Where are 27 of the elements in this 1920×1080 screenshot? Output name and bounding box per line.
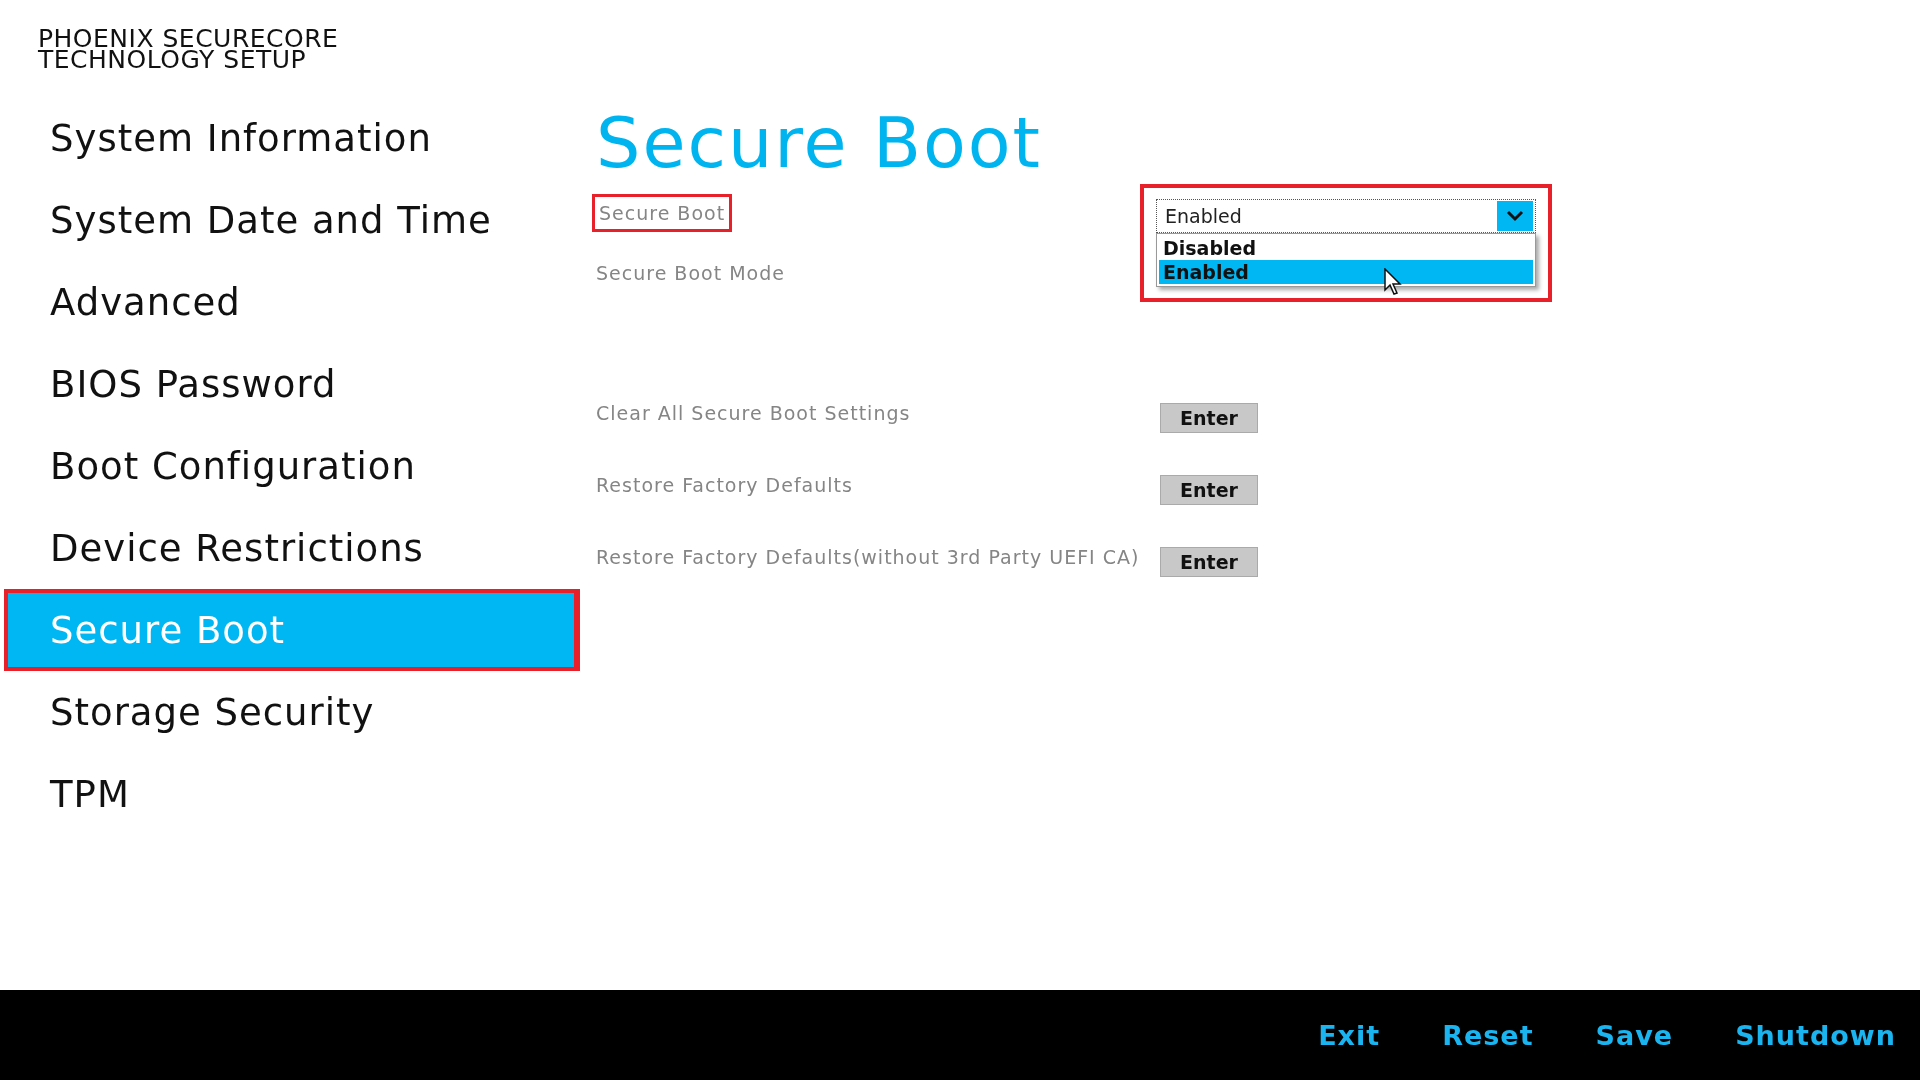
footer-link[interactable]: Reset bbox=[1442, 1019, 1534, 1051]
footer-link[interactable]: Save bbox=[1595, 1019, 1674, 1051]
mouse-pointer-icon bbox=[1384, 268, 1404, 296]
dropdown-field[interactable]: Enabled bbox=[1156, 199, 1536, 233]
setting-label: Restore Factory Defaults(without 3rd Party UEFI CA) bbox=[596, 547, 1140, 567]
setting-label: Secure Boot bbox=[592, 194, 733, 232]
setting-label: Restore Factory Defaults bbox=[596, 475, 853, 495]
dropdown-option[interactable]: Enabled bbox=[1159, 260, 1533, 284]
sidebar-item[interactable]: System Information bbox=[4, 97, 580, 179]
dropdown-option[interactable]: Disabled bbox=[1159, 236, 1533, 260]
enter-button[interactable]: Enter bbox=[1160, 547, 1258, 577]
sidebar-item[interactable]: Boot Configuration bbox=[4, 425, 580, 507]
sidebar-item[interactable]: Advanced bbox=[4, 261, 580, 343]
sidebar-item[interactable]: BIOS Password bbox=[4, 343, 580, 425]
enter-button[interactable]: Enter bbox=[1160, 403, 1258, 433]
sidebar-item[interactable]: Storage Security bbox=[4, 671, 580, 753]
footer-link[interactable]: Exit bbox=[1318, 1019, 1381, 1051]
sidebar-item[interactable]: System Date and Time bbox=[4, 179, 580, 261]
page-title: Secure Boot bbox=[596, 101, 1043, 186]
chevron-down-icon bbox=[1497, 201, 1533, 231]
footer-link[interactable]: Shutdown bbox=[1735, 1019, 1896, 1051]
setting-label: Secure Boot Mode bbox=[596, 263, 785, 283]
sidebar-item[interactable]: Device Restrictions bbox=[4, 507, 580, 589]
sidebar-item[interactable]: TPM bbox=[4, 753, 580, 835]
enter-button[interactable]: Enter bbox=[1160, 475, 1258, 505]
app-title: PHOENIX SECURECORE TECHNOLOGY SETUP bbox=[38, 28, 339, 70]
setting-label: Clear All Secure Boot Settings bbox=[596, 403, 911, 423]
